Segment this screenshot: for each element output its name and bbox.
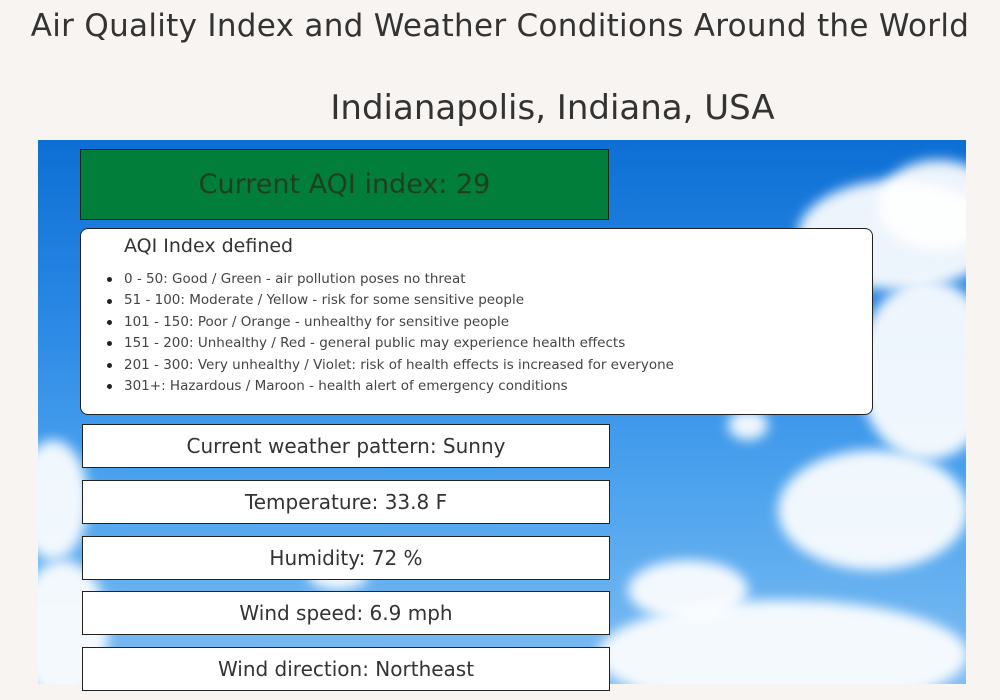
bullet-icon xyxy=(107,298,112,304)
list-item: 51 - 100: Moderate / Yellow - risk for s… xyxy=(107,290,674,311)
aqi-current-box: Current AQI index: 29 xyxy=(80,149,609,220)
cloud xyxy=(778,450,966,570)
humidity-text: Humidity: 72 % xyxy=(269,546,423,570)
list-item: 201 - 300: Very unhealthy / Violet: risk… xyxy=(107,355,674,376)
wind-speed-text: Wind speed: 6.9 mph xyxy=(239,601,453,625)
list-item: 151 - 200: Unhealthy / Red - general pub… xyxy=(107,333,674,354)
wind-direction-text: Wind direction: Northeast xyxy=(217,657,475,681)
temperature-card: Temperature: 33.8 F xyxy=(82,480,610,524)
aqi-defined-list: 0 - 50: Good / Green - air pollution pos… xyxy=(107,269,674,397)
bullet-icon xyxy=(107,384,112,390)
temperature-text: Temperature: 33.8 F xyxy=(244,490,448,514)
humidity-card: Humidity: 72 % xyxy=(82,536,610,580)
aqi-defined-card: AQI Index defined 0 - 50: Good / Green -… xyxy=(80,228,873,415)
bullet-icon xyxy=(107,277,112,283)
weather-pattern-text: Current weather pattern: Sunny xyxy=(186,434,506,458)
list-item: 301+: Hazardous / Maroon - health alert … xyxy=(107,376,674,397)
page-title: Air Quality Index and Weather Conditions… xyxy=(30,8,970,44)
bullet-icon xyxy=(107,341,112,347)
list-item: 101 - 150: Poor / Orange - unhealthy for… xyxy=(107,312,674,333)
bullet-icon xyxy=(107,319,112,325)
aqi-current-text: Current AQI index: 29 xyxy=(198,169,491,200)
cloud xyxy=(38,440,88,560)
cloud xyxy=(858,280,966,460)
city-heading: Indianapolis, Indiana, USA xyxy=(330,88,775,128)
wind-speed-card: Wind speed: 6.9 mph xyxy=(82,591,610,635)
aqi-defined-title: AQI Index defined xyxy=(124,235,294,257)
weather-pattern-card: Current weather pattern: Sunny xyxy=(82,424,610,468)
wind-direction-card: Wind direction: Northeast xyxy=(82,647,610,691)
bullet-icon xyxy=(107,362,112,368)
list-item: 0 - 50: Good / Green - air pollution pos… xyxy=(107,269,674,290)
